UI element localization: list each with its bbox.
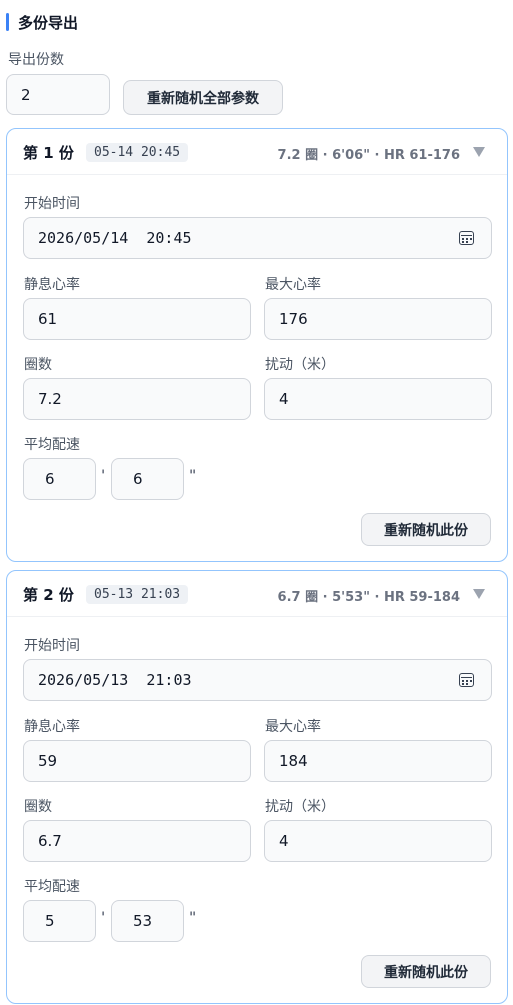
- export-count-input[interactable]: 2: [6, 74, 110, 115]
- time-badge: 05-13 21:03: [86, 585, 189, 604]
- laps-label: 圈数: [24, 799, 52, 815]
- laps-label: 圈数: [24, 357, 52, 373]
- rest-hr-label: 静息心率: [24, 277, 80, 293]
- card-title: 第 2 份: [23, 586, 74, 604]
- jitter-input[interactable]: 4: [264, 378, 492, 420]
- pace-minutes-input[interactable]: 5: [23, 900, 96, 942]
- pace-seconds-input[interactable]: 6: [111, 458, 184, 500]
- section-title: 多份导出: [18, 13, 79, 32]
- time-badge: 05-14 20:45: [86, 143, 189, 162]
- reroll-card-button[interactable]: 重新随机此份: [361, 955, 491, 988]
- collapse-caret-icon[interactable]: [473, 147, 485, 157]
- minute-mark: ': [101, 468, 106, 484]
- card-summary: 7.2 圈 · 6'06" · HR 61-176: [277, 148, 460, 163]
- section-header: 多份导出: [6, 10, 78, 34]
- card-title: 第 1 份: [23, 144, 74, 162]
- pace-label: 平均配速: [24, 879, 80, 895]
- rest-hr-label: 静息心率: [24, 719, 80, 735]
- laps-input[interactable]: 6.7: [23, 820, 251, 862]
- section-accent-bar: [6, 13, 9, 31]
- collapse-caret-icon[interactable]: [473, 589, 485, 599]
- max-hr-input[interactable]: 176: [264, 298, 492, 340]
- export-card-1: 第 1 份 05-14 20:45 7.2 圈 · 6'06" · HR 61-…: [6, 128, 508, 562]
- reroll-all-button[interactable]: 重新随机全部参数: [123, 80, 283, 115]
- card-header[interactable]: 第 1 份 05-14 20:45 7.2 圈 · 6'06" · HR 61-…: [7, 129, 507, 175]
- pace-seconds-input[interactable]: 53: [111, 900, 184, 942]
- jitter-input[interactable]: 4: [264, 820, 492, 862]
- start-time-input[interactable]: 2026/05/13 21:03: [23, 659, 492, 701]
- start-time-label: 开始时间: [24, 638, 80, 654]
- start-time-label: 开始时间: [24, 196, 80, 212]
- pace-label: 平均配速: [24, 437, 80, 453]
- pace-minutes-input[interactable]: 6: [23, 458, 96, 500]
- jitter-label: 扰动（米）: [265, 799, 335, 815]
- max-hr-input[interactable]: 184: [264, 740, 492, 782]
- card-header[interactable]: 第 2 份 05-13 21:03 6.7 圈 · 5'53" · HR 59-…: [7, 571, 507, 617]
- rest-hr-input[interactable]: 61: [23, 298, 251, 340]
- second-mark: ": [189, 910, 197, 926]
- calendar-icon[interactable]: [459, 673, 474, 687]
- jitter-label: 扰动（米）: [265, 357, 335, 373]
- export-count-label: 导出份数: [8, 52, 64, 68]
- calendar-icon[interactable]: [459, 231, 474, 245]
- rest-hr-input[interactable]: 59: [23, 740, 251, 782]
- max-hr-label: 最大心率: [265, 719, 321, 735]
- laps-input[interactable]: 7.2: [23, 378, 251, 420]
- minute-mark: ': [101, 910, 106, 926]
- export-card-2: 第 2 份 05-13 21:03 6.7 圈 · 5'53" · HR 59-…: [6, 570, 508, 1004]
- start-time-input[interactable]: 2026/05/14 20:45: [23, 217, 492, 259]
- start-time-value: 2026/05/14 20:45: [38, 229, 192, 247]
- start-time-value: 2026/05/13 21:03: [38, 671, 192, 689]
- reroll-card-button[interactable]: 重新随机此份: [361, 513, 491, 546]
- max-hr-label: 最大心率: [265, 277, 321, 293]
- card-summary: 6.7 圈 · 5'53" · HR 59-184: [277, 590, 460, 605]
- second-mark: ": [189, 468, 197, 484]
